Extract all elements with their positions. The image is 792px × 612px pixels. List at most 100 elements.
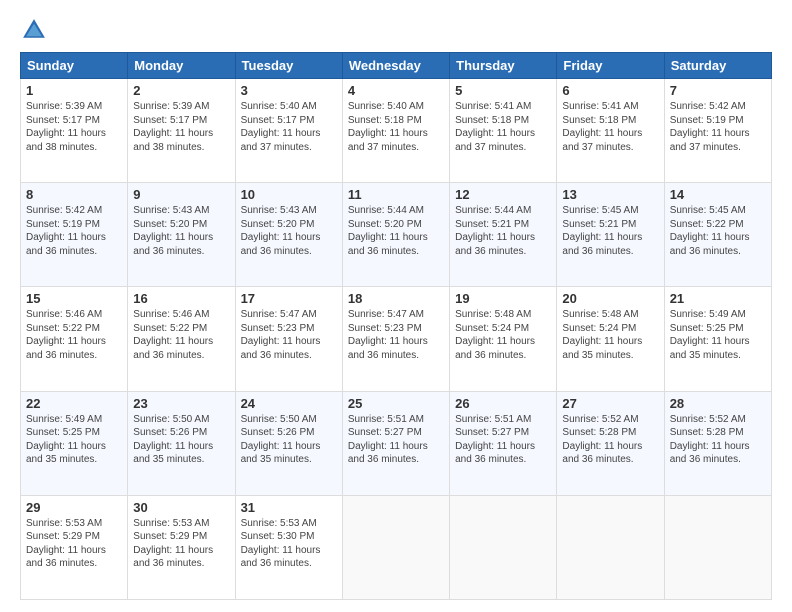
col-header-saturday: Saturday — [664, 53, 771, 79]
logo — [20, 16, 52, 44]
day-detail: Sunrise: 5:42 AMSunset: 5:19 PMDaylight:… — [26, 204, 122, 258]
day-number: 15 — [26, 291, 122, 306]
day-detail: Sunrise: 5:42 AMSunset: 5:19 PMDaylight:… — [670, 100, 766, 154]
day-detail: Sunrise: 5:40 AMSunset: 5:17 PMDaylight:… — [241, 100, 337, 154]
day-number: 17 — [241, 291, 337, 306]
calendar-cell: 7 Sunrise: 5:42 AMSunset: 5:19 PMDaylight… — [664, 79, 771, 183]
day-detail: Sunrise: 5:52 AMSunset: 5:28 PMDaylight:… — [670, 413, 766, 467]
day-detail: Sunrise: 5:48 AMSunset: 5:24 PMDaylight:… — [455, 308, 551, 362]
day-detail: Sunrise: 5:45 AMSunset: 5:21 PMDaylight:… — [562, 204, 658, 258]
day-detail: Sunrise: 5:53 AMSunset: 5:29 PMDaylight:… — [133, 517, 229, 571]
calendar-cell — [557, 495, 664, 599]
calendar-cell: 13 Sunrise: 5:45 AMSunset: 5:21 PMDayligh… — [557, 183, 664, 287]
day-number: 7 — [670, 83, 766, 98]
calendar-week-2: 8 Sunrise: 5:42 AMSunset: 5:19 PMDaylight… — [21, 183, 772, 287]
calendar-cell — [664, 495, 771, 599]
day-detail: Sunrise: 5:43 AMSunset: 5:20 PMDaylight:… — [133, 204, 229, 258]
day-detail: Sunrise: 5:40 AMSunset: 5:18 PMDaylight:… — [348, 100, 444, 154]
day-number: 19 — [455, 291, 551, 306]
calendar-cell: 31Sunrise: 5:53 AMSunset: 5:30 PMDayligh… — [235, 495, 342, 599]
day-number: 25 — [348, 396, 444, 411]
day-detail: Sunrise: 5:46 AMSunset: 5:22 PMDaylight:… — [26, 308, 122, 362]
calendar-cell: 20 Sunrise: 5:48 AMSunset: 5:24 PMDayligh… — [557, 287, 664, 391]
day-number: 18 — [348, 291, 444, 306]
day-number: 8 — [26, 187, 122, 202]
day-number: 2 — [133, 83, 229, 98]
calendar-cell: 23Sunrise: 5:50 AMSunset: 5:26 PMDayligh… — [128, 391, 235, 495]
day-detail: Sunrise: 5:45 AMSunset: 5:22 PMDaylight:… — [670, 204, 766, 258]
calendar-cell: 27 Sunrise: 5:52 AMSunset: 5:28 PMDayligh… — [557, 391, 664, 495]
calendar-cell: 21Sunrise: 5:49 AMSunset: 5:25 PMDayligh… — [664, 287, 771, 391]
col-header-wednesday: Wednesday — [342, 53, 449, 79]
calendar-cell: 17Sunrise: 5:47 AMSunset: 5:23 PMDayligh… — [235, 287, 342, 391]
day-number: 16 — [133, 291, 229, 306]
day-detail: Sunrise: 5:43 AMSunset: 5:20 PMDaylight:… — [241, 204, 337, 258]
day-number: 29 — [26, 500, 122, 515]
col-header-sunday: Sunday — [21, 53, 128, 79]
day-detail: Sunrise: 5:49 AMSunset: 5:25 PMDaylight:… — [26, 413, 122, 467]
day-number: 5 — [455, 83, 551, 98]
day-detail: Sunrise: 5:52 AMSunset: 5:28 PMDaylight:… — [562, 413, 658, 467]
day-number: 12 — [455, 187, 551, 202]
day-number: 1 — [26, 83, 122, 98]
day-number: 27 — [562, 396, 658, 411]
day-number: 9 — [133, 187, 229, 202]
calendar-cell: 15 Sunrise: 5:46 AMSunset: 5:22 PMDayligh… — [21, 287, 128, 391]
calendar-cell: 11 Sunrise: 5:44 AMSunset: 5:20 PMDayligh… — [342, 183, 449, 287]
logo-icon — [20, 16, 48, 44]
day-number: 6 — [562, 83, 658, 98]
day-number: 24 — [241, 396, 337, 411]
calendar-week-5: 29 Sunrise: 5:53 AMSunset: 5:29 PMDayligh… — [21, 495, 772, 599]
day-detail: Sunrise: 5:41 AMSunset: 5:18 PMDaylight:… — [455, 100, 551, 154]
day-number: 11 — [348, 187, 444, 202]
calendar-cell: 2 Sunrise: 5:39 AMSunset: 5:17 PMDaylight… — [128, 79, 235, 183]
day-detail: Sunrise: 5:50 AMSunset: 5:26 PMDaylight:… — [241, 413, 337, 467]
calendar-cell: 22 Sunrise: 5:49 AMSunset: 5:25 PMDayligh… — [21, 391, 128, 495]
calendar-cell: 6Sunrise: 5:41 AMSunset: 5:18 PMDaylight… — [557, 79, 664, 183]
day-detail: Sunrise: 5:51 AMSunset: 5:27 PMDaylight:… — [455, 413, 551, 467]
day-detail: Sunrise: 5:46 AMSunset: 5:22 PMDaylight:… — [133, 308, 229, 362]
header — [20, 16, 772, 44]
day-number: 3 — [241, 83, 337, 98]
day-number: 26 — [455, 396, 551, 411]
day-detail: Sunrise: 5:48 AMSunset: 5:24 PMDaylight:… — [562, 308, 658, 362]
day-detail: Sunrise: 5:44 AMSunset: 5:21 PMDaylight:… — [455, 204, 551, 258]
day-number: 13 — [562, 187, 658, 202]
calendar-cell: 3 Sunrise: 5:40 AMSunset: 5:17 PMDaylight… — [235, 79, 342, 183]
day-number: 10 — [241, 187, 337, 202]
col-header-tuesday: Tuesday — [235, 53, 342, 79]
calendar-cell: 16 Sunrise: 5:46 AMSunset: 5:22 PMDayligh… — [128, 287, 235, 391]
calendar-table: SundayMondayTuesdayWednesdayThursdayFrid… — [20, 52, 772, 600]
day-number: 14 — [670, 187, 766, 202]
day-number: 20 — [562, 291, 658, 306]
calendar-cell: 10 Sunrise: 5:43 AMSunset: 5:20 PMDayligh… — [235, 183, 342, 287]
col-header-monday: Monday — [128, 53, 235, 79]
calendar-cell: 9 Sunrise: 5:43 AMSunset: 5:20 PMDaylight… — [128, 183, 235, 287]
calendar-cell: 19 Sunrise: 5:48 AMSunset: 5:24 PMDayligh… — [450, 287, 557, 391]
day-number: 4 — [348, 83, 444, 98]
calendar-cell: 24 Sunrise: 5:50 AMSunset: 5:26 PMDayligh… — [235, 391, 342, 495]
day-detail: Sunrise: 5:44 AMSunset: 5:20 PMDaylight:… — [348, 204, 444, 258]
calendar-cell: 18Sunrise: 5:47 AMSunset: 5:23 PMDayligh… — [342, 287, 449, 391]
calendar-cell: 30Sunrise: 5:53 AMSunset: 5:29 PMDayligh… — [128, 495, 235, 599]
day-detail: Sunrise: 5:53 AMSunset: 5:29 PMDaylight:… — [26, 517, 122, 571]
calendar-week-4: 22 Sunrise: 5:49 AMSunset: 5:25 PMDayligh… — [21, 391, 772, 495]
day-detail: Sunrise: 5:51 AMSunset: 5:27 PMDaylight:… — [348, 413, 444, 467]
calendar-cell — [342, 495, 449, 599]
day-detail: Sunrise: 5:39 AMSunset: 5:17 PMDaylight:… — [26, 100, 122, 154]
day-number: 28 — [670, 396, 766, 411]
calendar-cell: 12 Sunrise: 5:44 AMSunset: 5:21 PMDayligh… — [450, 183, 557, 287]
calendar-header-row: SundayMondayTuesdayWednesdayThursdayFrid… — [21, 53, 772, 79]
calendar-cell: 8 Sunrise: 5:42 AMSunset: 5:19 PMDaylight… — [21, 183, 128, 287]
day-detail: Sunrise: 5:39 AMSunset: 5:17 PMDaylight:… — [133, 100, 229, 154]
col-header-friday: Friday — [557, 53, 664, 79]
calendar-cell: 28 Sunrise: 5:52 AMSunset: 5:28 PMDayligh… — [664, 391, 771, 495]
calendar-cell: 5 Sunrise: 5:41 AMSunset: 5:18 PMDaylight… — [450, 79, 557, 183]
day-number: 22 — [26, 396, 122, 411]
calendar-cell: 1 Sunrise: 5:39 AMSunset: 5:17 PMDaylight… — [21, 79, 128, 183]
page: SundayMondayTuesdayWednesdayThursdayFrid… — [0, 0, 792, 612]
calendar-week-1: 1 Sunrise: 5:39 AMSunset: 5:17 PMDaylight… — [21, 79, 772, 183]
calendar-week-3: 15 Sunrise: 5:46 AMSunset: 5:22 PMDayligh… — [21, 287, 772, 391]
day-number: 23 — [133, 396, 229, 411]
day-detail: Sunrise: 5:49 AMSunset: 5:25 PMDaylight:… — [670, 308, 766, 362]
